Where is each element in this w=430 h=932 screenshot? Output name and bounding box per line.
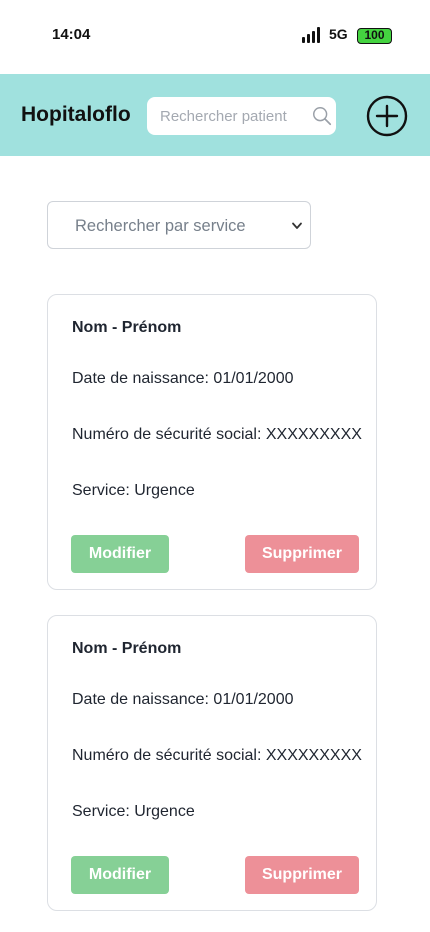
chevron-down-icon (292, 222, 302, 229)
patient-name: Nom - Prénom (72, 319, 182, 336)
patient-ssn: Numéro de sécurité social: XXXXXXXXX (72, 426, 362, 443)
patient-search-input[interactable] (147, 97, 307, 135)
app-title: Hopitaloflo (21, 103, 131, 126)
service-filter-select[interactable]: Rechercher par service (47, 201, 311, 249)
patient-card: Nom - Prénom Date de naissance: 01/01/20… (47, 615, 377, 911)
patient-search[interactable] (147, 97, 336, 135)
service-filter-label: Rechercher par service (75, 217, 246, 235)
patient-name: Nom - Prénom (72, 640, 182, 657)
patient-ssn: Numéro de sécurité social: XXXXXXXXX (72, 747, 362, 764)
status-bar: 14:04 5G 100 (0, 0, 430, 74)
modify-button[interactable]: Modifier (71, 856, 169, 894)
status-time: 14:04 (52, 26, 91, 43)
patient-card: Nom - Prénom Date de naissance: 01/01/20… (47, 294, 377, 590)
delete-button[interactable]: Supprimer (245, 856, 359, 894)
modify-button[interactable]: Modifier (71, 535, 169, 573)
battery-level: 100 (364, 28, 385, 42)
patient-service: Service: Urgence (72, 803, 195, 820)
network-type: 5G (329, 26, 348, 42)
delete-button[interactable]: Supprimer (245, 535, 359, 573)
patient-birth-date: Date de naissance: 01/01/2000 (72, 691, 294, 708)
patient-birth-date: Date de naissance: 01/01/2000 (72, 370, 294, 387)
battery-icon: 100 (357, 28, 392, 44)
add-patient-button[interactable] (366, 95, 408, 137)
app-header: Hopitaloflo (0, 74, 430, 156)
search-icon[interactable] (311, 105, 333, 127)
signal-icon (302, 27, 322, 43)
patient-service: Service: Urgence (72, 482, 195, 499)
